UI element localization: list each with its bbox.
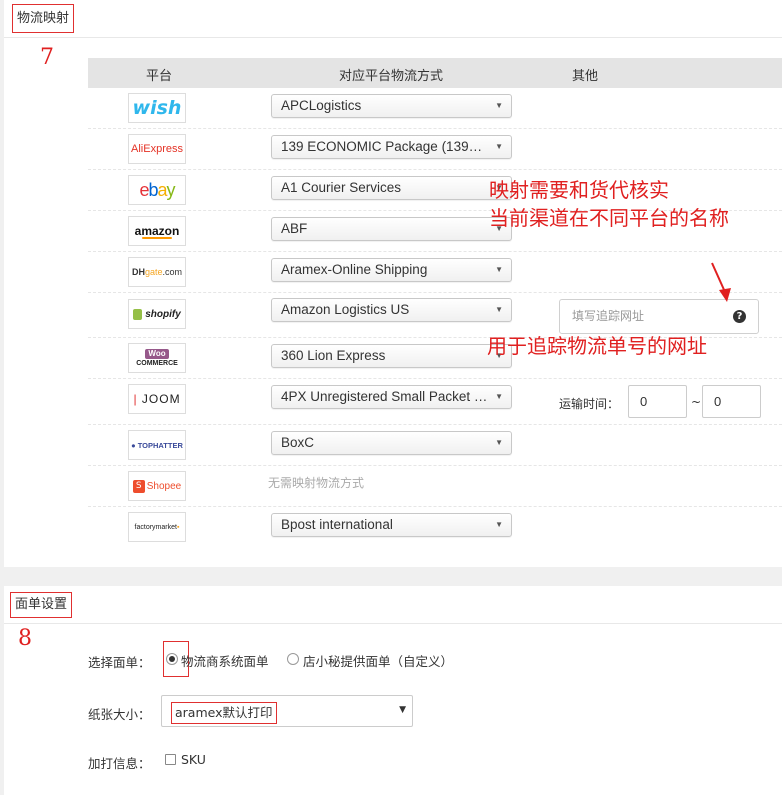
ebay-logo: ebay [128, 175, 186, 205]
paper-size-value: aramex默认打印 [171, 702, 277, 724]
column-header-platform: 平台 [146, 69, 173, 84]
woocommerce-logo: Woo COMMERCE [128, 343, 186, 373]
aliexpress-logo: AliExpress [128, 134, 186, 164]
extra-print-label: 加打信息： [88, 756, 151, 771]
method-select[interactable]: Bpost international [271, 513, 512, 537]
transit-time-separator: ~ [691, 395, 702, 409]
factorymarket-logo: factorymarket▪ [128, 512, 186, 542]
method-select[interactable]: APCLogistics [271, 94, 512, 118]
option-carrier-label[interactable]: 物流商系统面单 [181, 651, 269, 670]
method-select[interactable]: A1 Courier Services [271, 176, 512, 200]
shopee-logo: S Shopee [128, 471, 186, 501]
annotation-mapping-line1: 映射需要和货代核实 [489, 178, 669, 202]
paper-size-label: 纸张大小： [88, 707, 151, 722]
method-select[interactable]: BoxC [271, 431, 512, 455]
table-row: factorymarket▪ Bpost international [88, 507, 782, 548]
radio-custom-label[interactable] [287, 653, 299, 665]
radio-carrier-label[interactable] [166, 653, 178, 665]
option-custom-label[interactable]: 店小秘提供面单（自定义） [303, 651, 453, 670]
method-select[interactable]: Aramex-Online Shipping [271, 258, 512, 282]
annotation-tracking: 用于追踪物流单号的网址 [487, 334, 707, 358]
wish-logo: wish [128, 93, 186, 123]
column-header-method: 对应平台物流方式 [339, 69, 444, 84]
column-header-other: 其他 [572, 69, 599, 84]
table-row: AliExpress 139 ECONOMIC Package (139Expr… [88, 129, 782, 170]
section-header: 物流映射 [4, 0, 782, 38]
label-settings-panel: 面单设置 8 选择面单： 物流商系统面单 店小秘提供面单（自定义） 纸张大小： … [4, 586, 782, 795]
step-number: 8 [18, 626, 32, 651]
method-select[interactable]: 360 Lion Express [271, 344, 512, 368]
transit-time-label: 运输时间： [559, 397, 620, 411]
method-select[interactable]: Amazon Logistics US [271, 298, 512, 322]
table-row: wish APCLogistics [88, 88, 782, 129]
joom-logo: | JOOM [128, 384, 186, 414]
method-select[interactable]: ABF [271, 217, 512, 241]
paper-size-select[interactable]: aramex默认打印 [161, 695, 413, 727]
sku-option-label[interactable]: SKU [181, 752, 206, 767]
tophatter-logo: ● TOPHATTER [128, 430, 186, 460]
sku-checkbox[interactable] [165, 754, 176, 765]
method-select[interactable]: 139 ECONOMIC Package (139Express) [271, 135, 512, 159]
table-row: S Shopee 无需映射物流方式 [88, 466, 782, 507]
step-number: 7 [40, 45, 54, 70]
section-title: 物流映射 [12, 4, 75, 33]
dhgate-logo: DHgate.com [128, 257, 186, 287]
question-icon[interactable]: ? [733, 310, 746, 323]
annotation-mapping-line2: 当前渠道在不同平台的名称 [489, 206, 729, 230]
no-mapping-text: 无需映射物流方式 [268, 476, 365, 490]
annotation-arrow-icon [711, 262, 731, 302]
tracking-url-placeholder: 填写追踪网址 [572, 309, 645, 323]
amazon-logo: amazon [128, 216, 186, 246]
shopify-logo: shopify [128, 299, 186, 329]
section-title: 面单设置 [10, 592, 73, 618]
table-header: 平台 对应平台物流方式 其他 [88, 58, 782, 88]
label-select-label: 选择面单： [88, 655, 151, 670]
table-row: | JOOM 4PX Unregistered Small Packet by … [88, 379, 782, 425]
transit-time-min-input[interactable]: 0 [628, 385, 687, 418]
table-row: ● TOPHATTER BoxC [88, 425, 782, 466]
method-select[interactable]: 4PX Unregistered Small Packet by Air [271, 385, 512, 409]
section-header: 面单设置 [4, 586, 782, 624]
transit-time-max-input[interactable]: 0 [702, 385, 761, 418]
table-row: DHgate.com Aramex-Online Shipping [88, 252, 782, 293]
